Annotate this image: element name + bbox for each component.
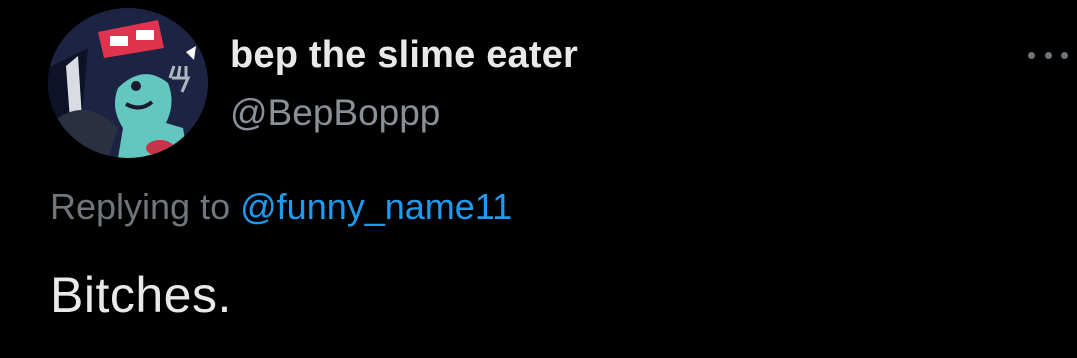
reply-mention-link[interactable]: @funny_name11: [240, 186, 512, 227]
author-avatar[interactable]: [48, 8, 208, 158]
more-horizontal-icon-dot-3: [1061, 51, 1068, 59]
reply-context: Replying to @funny_name11: [50, 186, 512, 228]
author-handle[interactable]: @BepBoppp: [230, 92, 440, 134]
tweet: bep the slime eater @BepBoppp Replying t…: [0, 0, 1077, 358]
reply-context-prefix: Replying to: [50, 186, 231, 227]
tweet-text: Bitches.: [50, 267, 232, 323]
avatar-image: [48, 8, 208, 158]
author-display-name[interactable]: bep the slime eater: [230, 34, 578, 77]
more-horizontal-icon-dot-2: [1044, 51, 1052, 59]
more-horizontal-icon: [1028, 51, 1035, 59]
more-options-button[interactable]: [1028, 40, 1068, 70]
